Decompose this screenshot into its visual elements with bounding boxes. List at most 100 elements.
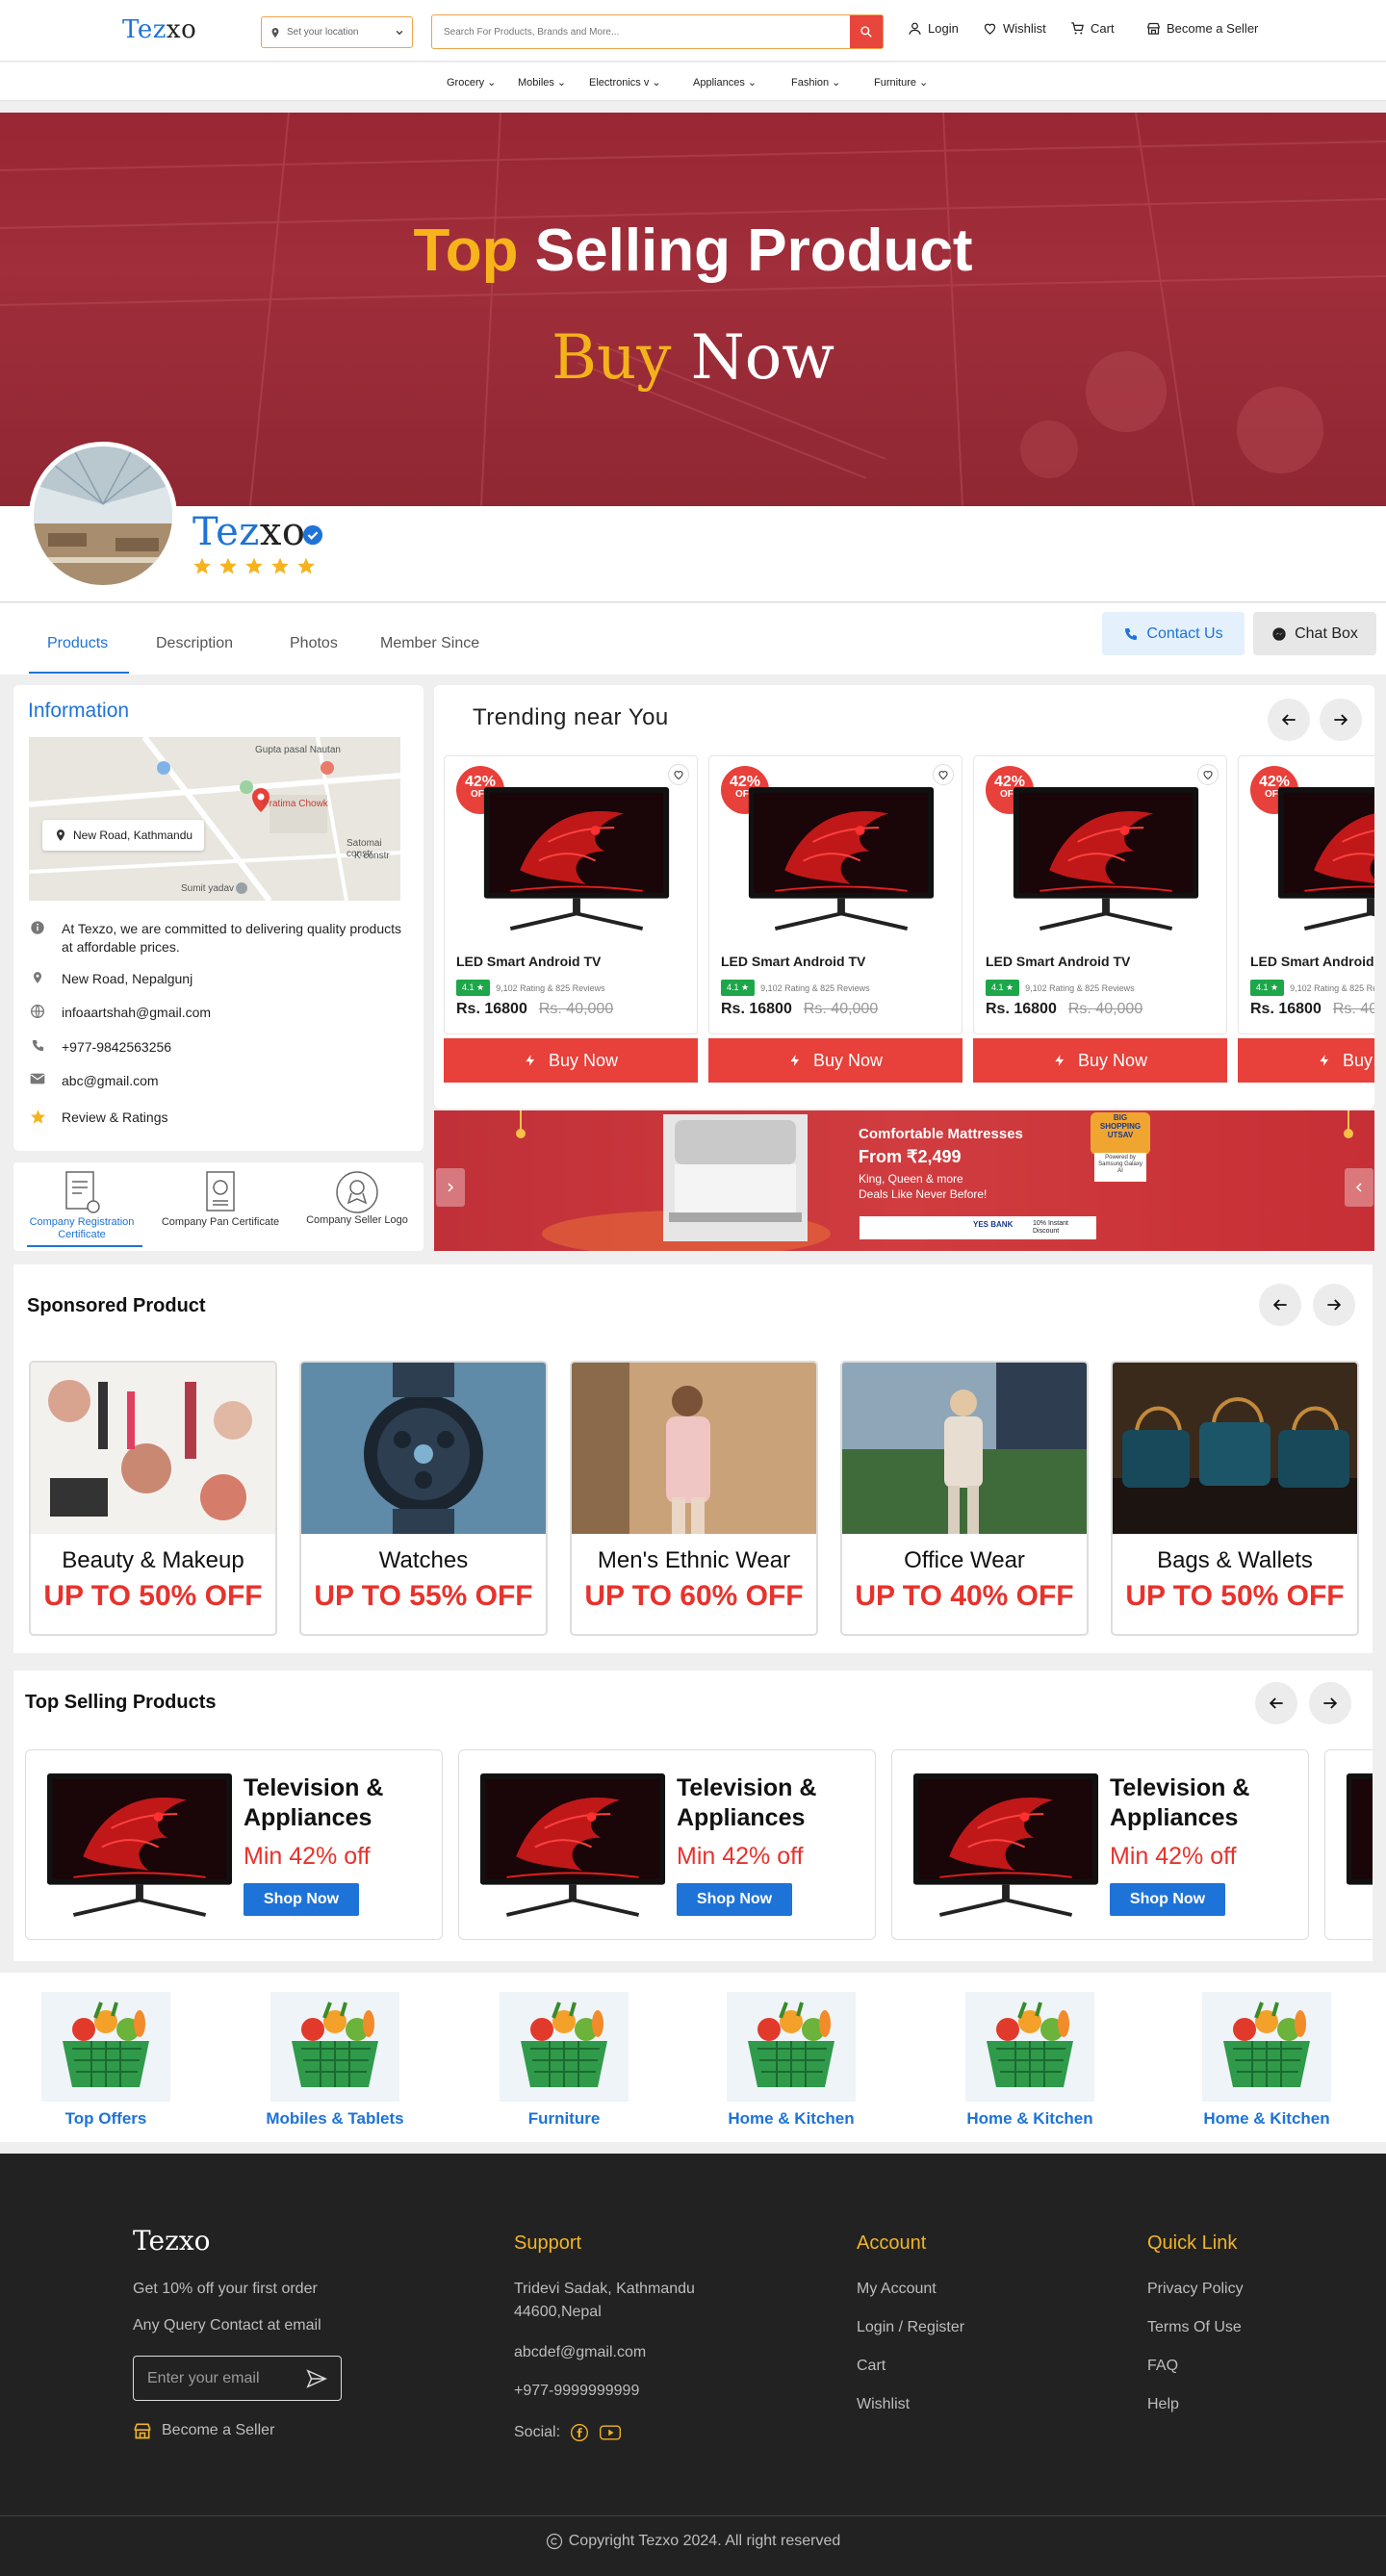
product-image[interactable] [1271,785,1374,931]
nav-furniture[interactable]: Furniture ⌄ [874,76,928,89]
info-reviews[interactable]: Review & Ratings [29,1109,404,1127]
wishlist-link[interactable]: Wishlist [983,21,1046,36]
category-tile[interactable]: Home & Kitchen [1180,1992,1353,2129]
buy-now-button[interactable]: Buy Now [708,1038,962,1083]
nav-mobiles[interactable]: Mobiles ⌄ [518,76,566,89]
footer-email-input[interactable]: Enter your email [133,2356,342,2401]
current-price: Rs. 16800 [1250,1001,1322,1017]
buy-now-button[interactable]: Buy Now [444,1038,698,1083]
product-name[interactable]: LED Smart Android TV [456,954,601,969]
shop-now-button[interactable]: Shop Now [1110,1883,1225,1916]
send-icon[interactable] [306,2368,327,2389]
category-tile[interactable]: Top Offers [19,1992,192,2129]
product-card[interactable]: 42%OFFLED Smart Android TV4.1 ★9,102 Rat… [1238,755,1374,1034]
chat-box-button[interactable]: Chat Box [1253,612,1376,655]
wishlist-toggle[interactable] [668,764,689,785]
product-name[interactable]: LED Smart Android TV [721,954,865,969]
wishlist-toggle[interactable] [1197,764,1219,785]
info-website[interactable]: infoaartshah@gmail.com [29,1004,404,1022]
footer-link-login-register[interactable]: Login / Register [857,2319,964,2336]
top-selling-prev-button[interactable] [1255,1682,1297,1724]
shop-now-button[interactable]: Shop Now [677,1883,792,1916]
contact-us-button[interactable]: Contact Us [1102,612,1245,655]
footer-link-terms[interactable]: Terms Of Use [1147,2319,1242,2336]
hero-banner[interactable]: Top Selling Product Buy Now [0,113,1386,506]
footer-link-wishlist[interactable]: Wishlist [857,2396,910,2413]
banner-next-button[interactable] [1345,1168,1373,1207]
monitor-image [748,786,935,931]
sponsored-prev-button[interactable] [1259,1284,1301,1326]
tab-description[interactable]: Description [156,635,233,652]
nav-electronics[interactable]: Electronics v ⌄ [589,76,661,89]
category-tile[interactable]: Mobiles & Tablets [248,1992,422,2129]
sponsored-card[interactable]: Watches UP TO 55% OFF [299,1361,548,1636]
cert-seller-logo[interactable]: Company Seller Logo [295,1170,420,1227]
shop-now-button[interactable]: Shop Now [244,1883,359,1916]
sponsored-card[interactable]: Men's Ethnic Wear UP TO 60% OFF [570,1361,818,1636]
category-tile[interactable]: Home & Kitchen [943,1992,1116,2129]
footer-become-seller[interactable]: Become a Seller [133,2421,274,2440]
category-image [1202,1992,1331,2102]
tab-products[interactable]: Products [47,635,108,652]
logo[interactable]: Tezxo [122,15,196,44]
youtube-icon[interactable] [599,2423,622,2442]
trending-prev-button[interactable] [1268,699,1310,741]
sponsored-category-name: Beauty & Makeup [62,1547,244,1573]
cert-registration[interactable]: Company Registration Certificate [19,1170,144,1241]
wishlist-toggle[interactable] [933,764,954,785]
product-image[interactable] [477,785,676,931]
footer-link-my-account[interactable]: My Account [857,2281,937,2298]
cert-pan[interactable]: Company Pan Certificate [158,1170,283,1229]
product-name[interactable]: LED Smart Android TV [1250,954,1374,969]
product-name[interactable]: LED Smart Android TV [986,954,1130,969]
buy-now-button[interactable]: Buy Now [1238,1038,1374,1083]
product-card[interactable]: 42%OFFLED Smart Android TV4.1 ★9,102 Rat… [444,755,698,1034]
category-tile[interactable]: Furniture [477,1992,651,2129]
buy-now-label: Buy Now [812,1050,884,1070]
search-input[interactable]: Search For Products, Brands and More... [432,27,850,38]
sponsored-next-button[interactable] [1313,1284,1355,1326]
nav-appliances[interactable]: Appliances ⌄ [693,76,757,89]
cart-link[interactable]: Cart [1070,21,1115,36]
footer-link-privacy[interactable]: Privacy Policy [1147,2281,1244,2298]
promo-banner[interactable]: Comfortable Mattresses From ₹2,499 King,… [434,1110,1374,1251]
search-button[interactable] [850,15,883,48]
store-name: Tezxo [192,510,306,554]
top-selling-card-discount: Min 42% off [677,1843,804,1870]
nav-grocery[interactable]: Grocery ⌄ [447,76,496,89]
banner-prev-button[interactable] [436,1168,465,1207]
footer-support-email[interactable]: abcdef@gmail.com [514,2344,646,2361]
sponsored-card[interactable]: Office Wear UP TO 40% OFF [840,1361,1089,1636]
footer-link-faq[interactable]: FAQ [1147,2358,1178,2375]
footer-support-phone[interactable]: +977-9999999999 [514,2383,639,2400]
top-selling-next-button[interactable] [1309,1682,1351,1724]
nav-fashion[interactable]: Fashion ⌄ [791,76,840,89]
facebook-icon[interactable] [570,2423,589,2442]
product-image[interactable] [742,785,940,931]
location-selector[interactable]: Set your location [261,16,413,48]
login-link[interactable]: Login [908,21,959,36]
product-image[interactable] [1007,785,1205,931]
top-selling-card[interactable] [1324,1749,1373,1940]
tab-photos[interactable]: Photos [290,635,338,652]
product-card[interactable]: 42%OFFLED Smart Android TV4.1 ★9,102 Rat… [973,755,1227,1034]
top-selling-card[interactable]: Television & Appliances Min 42% off Shop N… [891,1749,1309,1940]
footer-offer: Get 10% off your first order [133,2281,318,2297]
store-map[interactable]: Gupta pasal Nautan Pratima Chowk Satomai… [29,737,400,901]
trending-next-button[interactable] [1320,699,1362,741]
top-selling-card[interactable]: Television & Appliances Min 42% off Shop N… [458,1749,876,1940]
buy-now-button[interactable]: Buy Now [973,1038,1227,1083]
tab-member-since[interactable]: Member Since [380,635,479,652]
product-card[interactable]: 42%OFFLED Smart Android TV4.1 ★9,102 Rat… [708,755,962,1034]
mall-background-image [0,113,1386,506]
search-bar[interactable]: Search For Products, Brands and More... [431,14,884,49]
top-selling-card[interactable]: Television & Appliances Min 42% off Shop N… [25,1749,443,1940]
become-seller-link[interactable]: Become a Seller [1146,21,1258,36]
category-tile[interactable]: Home & Kitchen [705,1992,878,2129]
sponsored-card[interactable]: Beauty & Makeup UP TO 50% OFF [29,1361,277,1636]
info-phone[interactable]: +977-9842563256 [29,1038,404,1057]
sponsored-card[interactable]: Bags & Wallets UP TO 50% OFF [1111,1361,1359,1636]
footer-link-cart[interactable]: Cart [857,2358,886,2375]
info-email[interactable]: abc@gmail.com [29,1072,404,1090]
footer-link-help[interactable]: Help [1147,2396,1179,2413]
